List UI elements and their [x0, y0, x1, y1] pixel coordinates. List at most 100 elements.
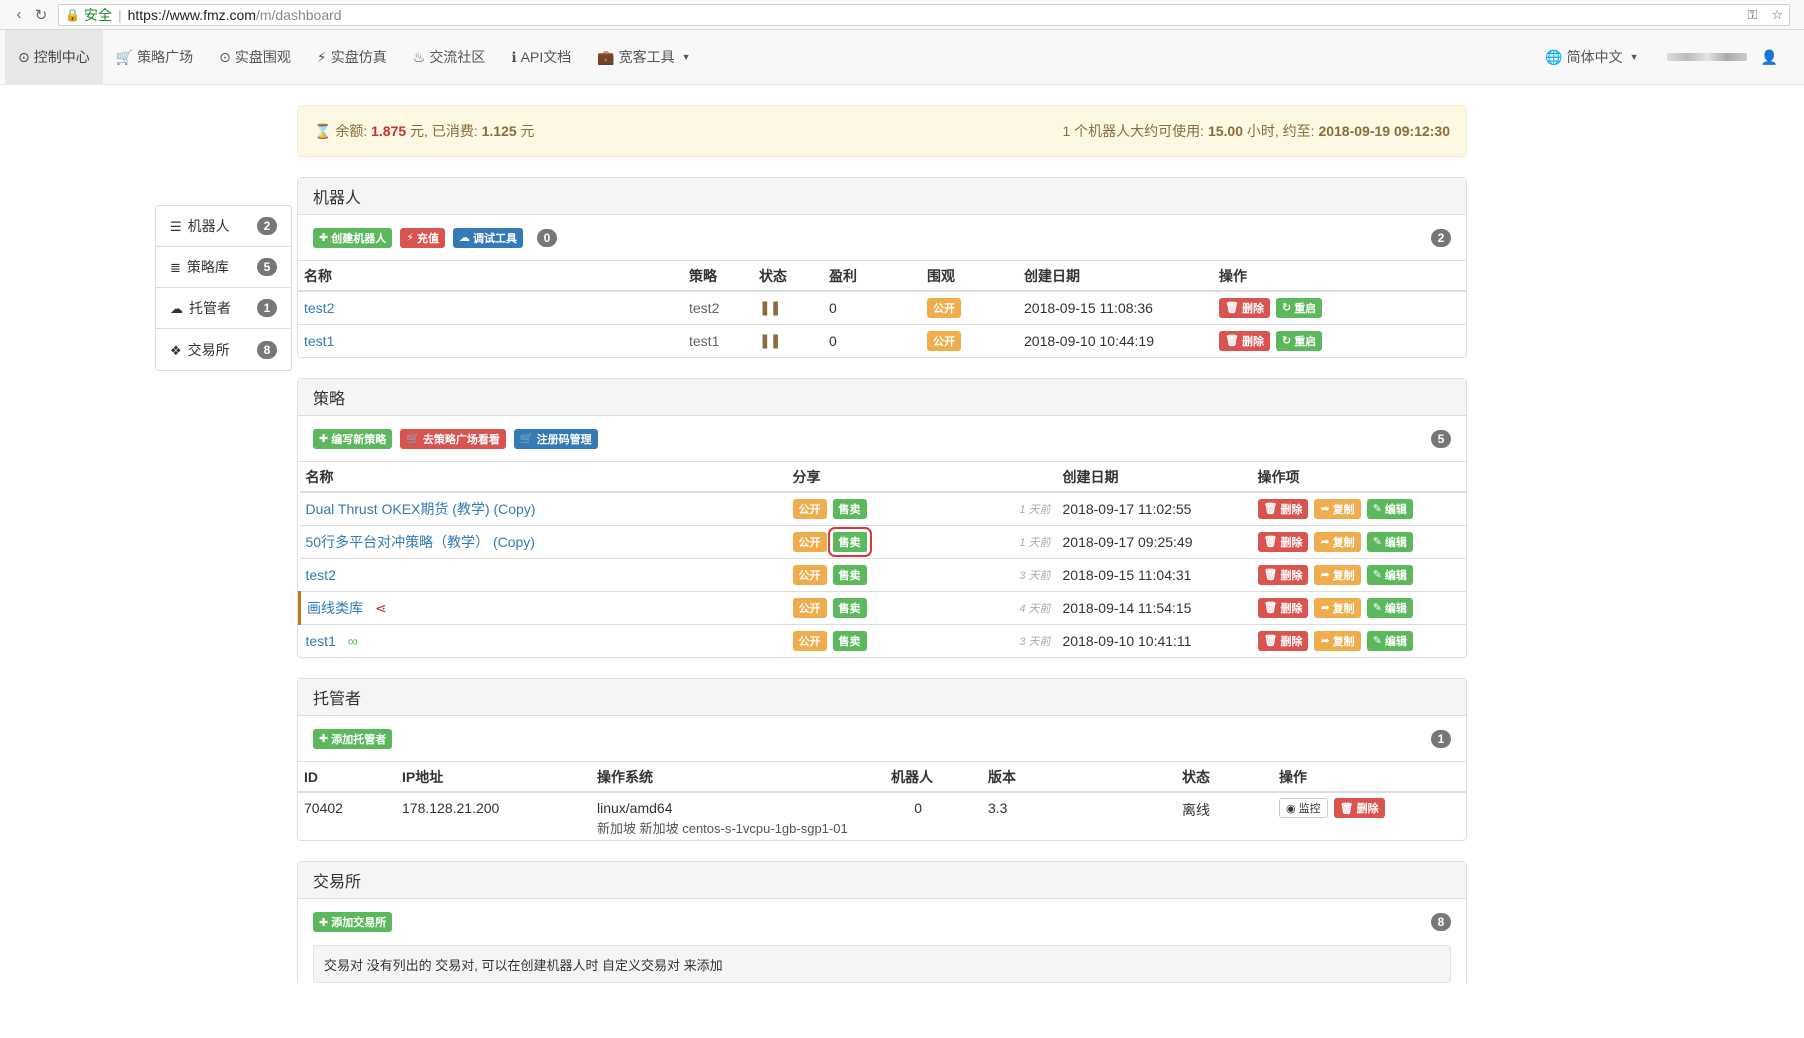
col-os: 操作系统: [591, 762, 885, 793]
public-badge[interactable]: 公开: [792, 597, 827, 618]
trash-icon: 🗑: [1263, 635, 1278, 648]
delete-button[interactable]: 🗑 删除: [1257, 531, 1309, 552]
debug-tool-button[interactable]: ☁ 调试工具: [452, 227, 523, 248]
monitor-button[interactable]: ◉ 监控: [1279, 798, 1328, 818]
public-badge[interactable]: 公开: [792, 531, 827, 552]
public-badge[interactable]: 公开: [792, 498, 827, 519]
strategy-name-link[interactable]: test2: [306, 567, 336, 583]
create-robot-button[interactable]: ✚ 创建机器人: [313, 227, 393, 248]
strategies-count-badge: 5: [1431, 429, 1451, 448]
pencil-icon: ✎: [1372, 569, 1382, 581]
sell-badge[interactable]: 售卖: [832, 564, 867, 585]
sidebar-item-exchanges[interactable]: ❖ 交易所 8: [156, 329, 291, 370]
copy-button[interactable]: ➦ 复制: [1314, 498, 1361, 519]
sidebar-item-robots[interactable]: ☰ 机器人 2: [156, 206, 291, 247]
strategy-name-link[interactable]: 50行多平台对冲策略（教学） (Copy): [306, 534, 535, 550]
table-row: test1 ∞ 公开 售卖 3 天前 2018-09-10 10:41:11 🗑 删…: [300, 624, 1467, 657]
sell-badge[interactable]: 售卖: [832, 597, 867, 618]
public-badge[interactable]: 公开: [927, 297, 961, 318]
strategies-table: 名称 分享 创建日期 操作项 Dual Thrust OKEX期货 (教学) (…: [298, 462, 1466, 657]
copy-button[interactable]: ➦ 复制: [1314, 597, 1361, 618]
language-dropdown[interactable]: 🌐 简体中文 ▼: [1532, 30, 1666, 84]
username-blurred[interactable]: [1666, 53, 1747, 61]
nav-simulation[interactable]: ⚡ 实盘仿真: [304, 30, 400, 84]
side-menu: ☰ 机器人 2 ≣ 策略库 5 ☁ 托管者 1 ❖ 交易所 8: [155, 205, 292, 371]
key-icon[interactable]: ⚿: [1747, 7, 1757, 23]
edit-button[interactable]: ✎ 编辑: [1366, 531, 1413, 552]
add-docker-button[interactable]: ✚ 添加托管者: [313, 728, 393, 749]
col-version: 版本: [982, 762, 1176, 793]
public-badge[interactable]: 公开: [927, 330, 961, 351]
strategy-market-button[interactable]: 🛒 去策略广场看看: [400, 428, 506, 449]
public-badge[interactable]: 公开: [792, 564, 827, 585]
nav-dashboard[interactable]: ⊙ 控制中心: [5, 30, 103, 84]
hours-remaining: 15.00: [1207, 123, 1243, 139]
nav-live-watch[interactable]: ⊙ 实盘围观: [206, 30, 304, 84]
strategy-name-link[interactable]: 画线类库: [307, 600, 363, 616]
nav-api-docs[interactable]: ℹ API文档: [498, 30, 584, 84]
strategy-name-link[interactable]: test1: [306, 633, 336, 649]
delete-button[interactable]: 🗑 删除: [1333, 798, 1385, 818]
restart-button[interactable]: ↻ 重启: [1275, 297, 1323, 318]
write-strategy-button[interactable]: ✚ 编写新策略: [313, 428, 393, 449]
trash-icon: 🗑: [1263, 602, 1278, 614]
recharge-button[interactable]: ⚡ 充值: [400, 227, 445, 248]
bolt-icon: ⚡: [406, 232, 414, 244]
bolt-icon: ⚡: [316, 48, 327, 65]
exchanges-panel: 交易所 ✚ 添加交易所 8 交易对 没有列出的 交易对, 可以在创建机器人时 自定…: [297, 861, 1467, 983]
share-arrow-icon: ➦: [1320, 602, 1330, 614]
edit-button[interactable]: ✎ 编辑: [1366, 597, 1413, 618]
url-host: https://www.fmz.com: [127, 6, 256, 23]
public-badge[interactable]: 公开: [792, 630, 827, 651]
dockers-panel: 托管者 ✚ 添加托管者 1 ID IP地址 操作系统 机器人 版本 状态 操作 7…: [297, 678, 1467, 841]
caret-down-icon: ▼: [681, 52, 691, 62]
col-id: ID: [298, 762, 396, 793]
sidebar-item-strategies[interactable]: ≣ 策略库 5: [156, 247, 291, 288]
star-icon[interactable]: ☆: [1771, 7, 1783, 23]
delete-button[interactable]: 🗑 删除: [1219, 330, 1270, 351]
copy-button[interactable]: ➦ 复制: [1314, 564, 1361, 585]
globe-icon: 🌐: [1545, 48, 1563, 65]
reload-icon[interactable]: ↻: [30, 6, 52, 24]
nav-community[interactable]: ♨ 交流社区: [400, 30, 499, 84]
nav-strategy-square[interactable]: 🛒 策略广场: [103, 30, 206, 84]
sell-badge-highlighted[interactable]: 售卖: [827, 526, 872, 557]
strategy-name-link[interactable]: Dual Thrust OKEX期货 (教学) (Copy): [306, 501, 536, 517]
plus-icon: ✚: [319, 733, 329, 745]
robot-name-link[interactable]: test2: [304, 300, 334, 316]
share-arrow-icon: ➦: [1320, 569, 1330, 581]
robots-heading: 机器人: [298, 178, 1466, 215]
browser-toolbar: ‹ ↻ 🔒 安全 | https://www.fmz.com/m/dashboa…: [0, 0, 1804, 30]
robots-toolbar: ✚ 创建机器人 ⚡ 充值 ☁ 调试工具 0 2: [298, 215, 1466, 261]
delete-button[interactable]: 🗑 删除: [1257, 564, 1309, 585]
col-actions: 操作项: [1251, 462, 1466, 493]
user-icon[interactable]: 👤: [1761, 49, 1778, 66]
balance-alert: ⌛ 余额: 1.875 元, 已消费: 1.125 元 1 个机器人大约可使用:…: [297, 105, 1467, 157]
regcode-button[interactable]: 🛒 注册码管理: [513, 428, 598, 449]
sell-badge[interactable]: 售卖: [832, 630, 867, 651]
delete-button[interactable]: 🗑 删除: [1257, 498, 1309, 519]
edit-button[interactable]: ✎ 编辑: [1366, 498, 1413, 519]
table-row: 50行多平台对冲策略（教学） (Copy) 公开 售卖 1 天前 2018-09-…: [299, 525, 1466, 559]
table-row: test2 公开 售卖 3 天前 2018-09-15 11:04:31 🗑 删除 …: [299, 558, 1466, 592]
nav-quant-tools[interactable]: 💼 宽客工具 ▼: [584, 30, 703, 84]
copy-button[interactable]: ➦ 复制: [1314, 630, 1361, 651]
address-bar[interactable]: 🔒 安全 | https://www.fmz.com/m/dashboard ⚿…: [58, 3, 1790, 26]
edit-button[interactable]: ✎ 编辑: [1366, 630, 1413, 651]
edit-button[interactable]: ✎ 编辑: [1366, 564, 1413, 585]
docker-location: 新加坡 新加坡 centos-s-1vcpu-1gb-sgp1-01: [597, 821, 848, 836]
delete-button[interactable]: 🗑 删除: [1219, 297, 1270, 318]
robot-name-link[interactable]: test1: [304, 333, 334, 349]
main-navbar: ⊙ 控制中心 🛒 策略广场 ⊙ 实盘围观 ⚡ 实盘仿真 ♨ 交流社区 ℹ API文档 💼 宽客…: [0, 30, 1804, 85]
sidebar-item-dockers[interactable]: ☁ 托管者 1: [156, 288, 291, 329]
share-icon: ⋖: [374, 599, 387, 616]
delete-button[interactable]: 🗑 删除: [1257, 597, 1309, 618]
copy-button[interactable]: ➦ 复制: [1314, 531, 1361, 552]
add-exchange-button[interactable]: ✚ 添加交易所: [313, 912, 393, 932]
plus-icon: ✚: [319, 232, 329, 244]
sell-badge[interactable]: 售卖: [832, 498, 867, 519]
pencil-icon: ✎: [1372, 635, 1382, 648]
delete-button[interactable]: 🗑 删除: [1257, 630, 1309, 651]
restart-button[interactable]: ↻ 重启: [1275, 330, 1323, 351]
back-icon[interactable]: ‹: [8, 6, 30, 23]
